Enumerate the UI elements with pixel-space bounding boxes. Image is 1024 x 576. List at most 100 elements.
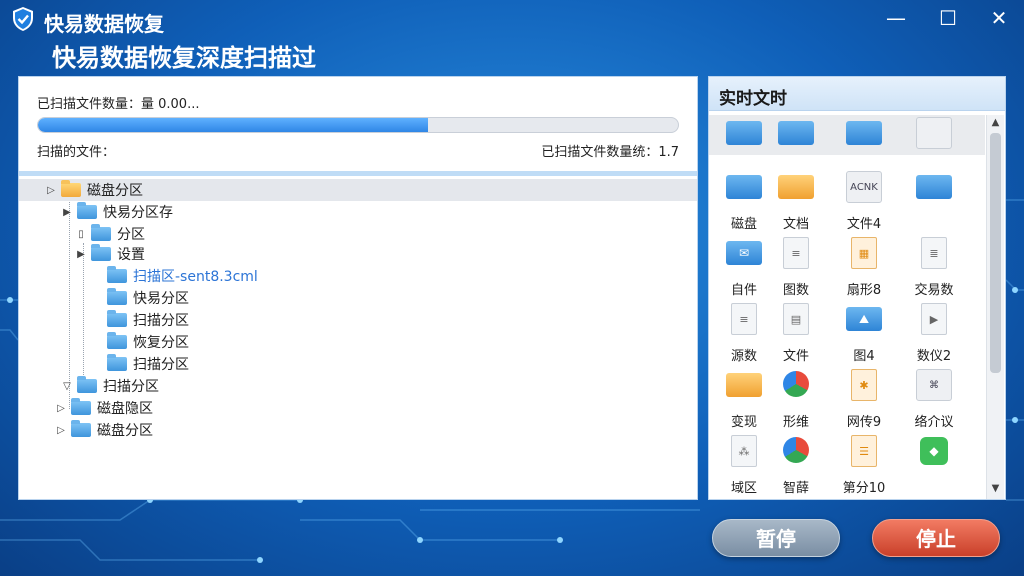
title-bar: 快易数据恢复 — ☐ ✕	[0, 0, 1024, 38]
file-tile-label: 文件4	[846, 217, 882, 232]
expand-toggle-icon[interactable]: ▷	[45, 185, 57, 196]
tree-node-label: 磁盘分区	[97, 423, 153, 439]
expand-toggle-icon[interactable]: ▯	[75, 229, 87, 240]
maximize-button[interactable]: ☐	[934, 6, 962, 30]
file-tile-label: 文件	[782, 349, 809, 364]
folder-icon	[107, 332, 127, 349]
tree-node[interactable]: ▷ 磁盘分区	[19, 179, 697, 201]
scan-panel: 已扫描文件数量：量 0.00... 扫描的文件： 已扫描文件数量统：1.7 ▷ 磁…	[18, 76, 698, 500]
app-title: 快易数据恢复	[44, 12, 164, 36]
file-tile[interactable]: ▤ 文件	[761, 297, 831, 364]
tree-node-label: 磁盘隐区	[97, 401, 153, 417]
folder-blue-icon	[846, 121, 882, 145]
key-file-icon: ⌘	[916, 369, 952, 401]
file-tile[interactable]: ≡ 图数	[761, 231, 831, 298]
tree-node[interactable]: ▷ 磁盘分区	[55, 419, 153, 441]
tree-node[interactable]: 恢复分区	[91, 331, 189, 353]
file-tile-label: 图数	[782, 283, 809, 298]
scroll-thumb[interactable]	[990, 133, 1001, 373]
expand-toggle-icon[interactable]: ▶	[75, 249, 87, 260]
tree-node[interactable]: 扫描区-sent8.3cml	[91, 265, 258, 287]
close-button[interactable]: ✕	[985, 6, 1013, 30]
folder-blue-icon	[778, 121, 814, 145]
expand-toggle-icon[interactable]: ▽	[61, 381, 73, 392]
tree-node-label: 快易分区存	[103, 205, 173, 221]
file-tile[interactable]: ▦ 扇形8	[829, 231, 899, 298]
tree-node[interactable]: 快易分区	[91, 287, 189, 309]
folder-icon	[71, 398, 91, 415]
file-grid-scrollbar[interactable]: ▲ ▼	[986, 115, 1004, 499]
tree-node[interactable]: ▶ 快易分区存	[61, 201, 173, 223]
file-tile[interactable]: ⌘ 络介议	[899, 363, 969, 430]
document-icon: ≡	[783, 237, 809, 269]
folder-icon	[71, 420, 91, 437]
file-tile[interactable]: 文档	[761, 165, 831, 232]
folder-icon	[91, 224, 111, 241]
expand-toggle-icon[interactable]: ▷	[55, 403, 67, 414]
page-subtitle: 快易数据恢复深度扫描过	[52, 44, 316, 72]
acnk-file-icon: ACNK	[846, 171, 882, 203]
file-tile[interactable]: ▶ 数仪2	[899, 297, 969, 364]
scan-progress-fill	[38, 118, 429, 132]
file-tile-label: 网传9	[846, 415, 882, 430]
tree-node[interactable]: ▷ 磁盘隐区	[55, 397, 153, 419]
tree-node-label: 扫描分区	[133, 357, 189, 373]
mail-folder-icon: ✉	[726, 241, 762, 265]
file-tile[interactable]: 智薛	[761, 429, 831, 496]
folder-icon	[77, 202, 97, 219]
file-tile-label: 形维	[782, 415, 809, 430]
video-file-icon: ▶	[921, 303, 947, 335]
expand-toggle-icon[interactable]: ▶	[61, 207, 73, 218]
folder-open-icon	[916, 175, 952, 199]
chrome-icon	[783, 371, 809, 397]
scanned-count-text: 已扫描文件数量统：1.7	[541, 145, 679, 160]
document-icon: ≡	[731, 303, 757, 335]
folder-icon	[107, 288, 127, 305]
folder-yellow-icon	[778, 175, 814, 199]
image-file-icon: ▦	[851, 237, 877, 269]
file-tile[interactable]: ☰ 第分10	[829, 429, 899, 496]
expand-toggle-icon[interactable]: ▷	[55, 425, 67, 436]
folder-icon	[91, 244, 111, 261]
minimize-button[interactable]: —	[882, 6, 910, 30]
picture-file-icon: ⛰	[846, 307, 882, 331]
folder-icon	[107, 266, 127, 283]
folder-icon	[77, 376, 97, 393]
file-tile[interactable]: ≣ 交易数	[899, 231, 969, 298]
placeholder-icon	[916, 117, 952, 149]
orange-doc-icon: ☰	[851, 435, 877, 467]
file-tile[interactable]: ✱ 网传9	[829, 363, 899, 430]
tree-node[interactable]: 扫描分区	[91, 353, 189, 375]
file-tile-label: 交易数	[914, 283, 954, 298]
green-app-icon: ◆	[920, 437, 948, 465]
file-tile-label: 图4	[853, 349, 875, 364]
folder-blue-icon	[726, 121, 762, 145]
folder-icon	[61, 180, 81, 197]
tree-node[interactable]: ▯ 分区	[75, 223, 145, 245]
scroll-up-arrow-icon[interactable]: ▲	[987, 117, 1004, 131]
file-tile[interactable]: 形维	[761, 363, 831, 430]
realtime-files-panel: 实时文时 磁盘 文档 ACNK 文件4 ✉ 自件 ≡ 图数 ▦ 扇形8 ≣ 交易数 ≡ 源数 ▤ 文件 ⛰ 图4 ▶…	[708, 76, 1006, 500]
tree-node-label: 扫描分区	[103, 379, 159, 395]
tree-node-label: 快易分区	[133, 291, 189, 307]
folder-blue-icon	[726, 175, 762, 199]
folder-icon	[107, 354, 127, 371]
pause-button[interactable]: 暂停	[712, 519, 840, 557]
file-grid: 磁盘 文档 ACNK 文件4 ✉ 自件 ≡ 图数 ▦ 扇形8 ≣ 交易数 ≡ 源数 ▤ 文件 ⛰ 图4 ▶ 数仪2 变现…	[709, 115, 985, 499]
scroll-down-arrow-icon[interactable]: ▼	[987, 483, 1004, 497]
file-tile[interactable]: ACNK 文件4	[829, 165, 899, 232]
tree-node[interactable]: ▶ 设置	[75, 243, 145, 265]
file-tile[interactable]: ◆	[899, 429, 969, 495]
file-tile[interactable]	[899, 165, 969, 231]
folder-yellow-icon	[726, 373, 762, 397]
scanning-file-label: 扫描的文件：	[37, 145, 116, 160]
file-tile[interactable]: ⛰ 图4	[829, 297, 899, 364]
folder-icon	[107, 310, 127, 327]
tree-node[interactable]: ▽ 扫描分区	[61, 375, 159, 397]
stop-button[interactable]: 停止	[872, 519, 1000, 557]
shield-check-icon	[13, 7, 33, 31]
tree-node[interactable]: 扫描分区	[91, 309, 189, 331]
realtime-files-header: 实时文时	[709, 77, 1005, 111]
scan-status-text: 已扫描文件数量：量 0.00...	[37, 97, 200, 112]
tree-node-label: 设置	[117, 247, 145, 263]
